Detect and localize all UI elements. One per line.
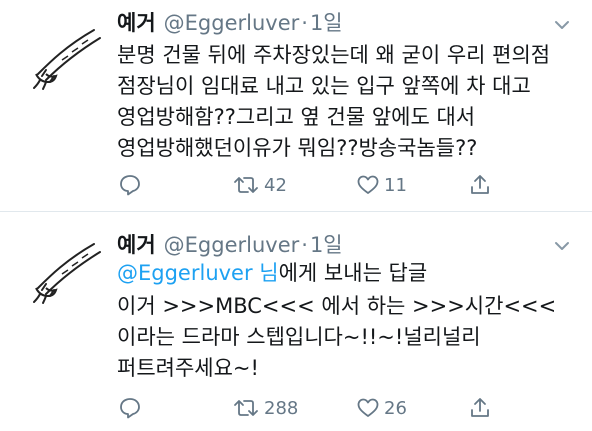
avatar[interactable] [28,236,108,306]
display-name[interactable]: 예거 [117,229,156,259]
retweet-button[interactable]: 42 [232,171,287,199]
tweet-text: 분명 건물 뒤에 주차장있는데 왜 굳이 우리 편의점 점장님이 임대료 내고 … [117,40,577,164]
tweet-header: 예거 @Eggerluver · 1일 [117,229,343,257]
like-count: 26 [384,397,407,419]
retweet-icon [234,177,258,193]
like-button[interactable]: 11 [356,171,407,199]
handle[interactable]: @Eggerluver [164,233,300,257]
share-icon [471,398,489,417]
replying-to: @Eggerluver 님에게 보내는 답글 [117,257,427,287]
share-button[interactable] [468,171,492,199]
reply-icon [120,398,140,419]
display-name[interactable]: 예거 [117,7,156,37]
tweet-text-line: 영업방해함??그리고 옆 건물 앞에도 대서 [117,105,476,129]
tweet-text-line: 분명 건물 뒤에 주차장있는데 왜 굳이 우리 편의점 [117,43,551,67]
timestamp[interactable]: 1일 [310,229,343,259]
tweet-text-line: 퍼트려주세요~! [117,356,259,380]
tweet-text: 이거 >>>MBC<<< 에서 하는 >>>시간<<< 이라는 드라마 스텝입니… [117,291,577,384]
tweet-header: 예거 @Eggerluver · 1일 [117,7,343,35]
like-count: 11 [384,174,407,196]
heart-icon [357,175,379,194]
tweet-text-line: 점장님이 임대료 내고 있는 입구 앞쪽에 차 대고 [117,74,531,98]
tweet-actions: 42 11 [0,171,592,199]
tweet-2[interactable]: 예거 @Eggerluver · 1일 @Eggerluver 님에게 보내는 … [0,212,592,431]
tweet-1[interactable]: 예거 @Eggerluver · 1일 분명 건물 뒤에 주차장있는데 왜 굳이… [0,0,592,211]
retweet-icon [234,400,258,416]
share-icon [471,175,489,194]
retweet-button[interactable]: 288 [232,394,298,422]
chevron-down-icon[interactable] [554,240,570,252]
avatar[interactable] [28,22,108,92]
separator-dot: · [301,11,308,35]
reply-button[interactable] [118,394,142,422]
reply-icon [120,175,140,196]
timestamp[interactable]: 1일 [310,7,343,37]
share-button[interactable] [468,394,492,422]
tweet-text-line: 이거 >>>MBC<<< 에서 하는 >>>시간<<< [117,294,557,318]
retweet-count: 42 [264,174,287,196]
tweet-text-line: 이라는 드라마 스텝입니다~!!~!널리널리 [117,325,481,349]
reply-mention-link[interactable]: @Eggerluver 님 [117,261,279,285]
retweet-count: 288 [264,397,299,419]
tweet-text-line: 영업방해했던이유가 뭐임??방송국놈들?? [117,136,478,160]
like-button[interactable]: 26 [356,394,407,422]
reply-button[interactable] [118,171,142,199]
chevron-down-icon[interactable] [554,19,570,31]
handle[interactable]: @Eggerluver [164,11,300,35]
reply-suffix: 에게 보내는 답글 [278,261,428,285]
heart-icon [357,398,379,417]
separator-dot: · [301,233,308,257]
tweet-actions: 288 26 [0,394,592,422]
